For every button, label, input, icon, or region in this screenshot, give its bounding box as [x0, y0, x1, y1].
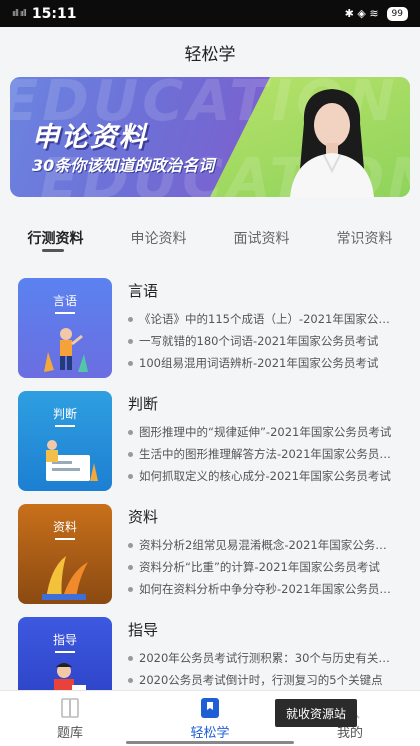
tab-shenlun[interactable]: 申论资料 [131, 228, 187, 248]
article-link[interactable]: 100组易混用词语辨析-2021年国家公务员考试 [128, 352, 398, 374]
category-thumbnail[interactable]: 言语 [18, 278, 112, 378]
nav-tiku[interactable]: 题库 [0, 691, 140, 746]
status-icons: ✱ ◈ ≋ [344, 7, 379, 20]
status-time: 15:11 [31, 5, 77, 22]
category-title: 指导 [128, 621, 159, 639]
thumbnail-label: 言语 [18, 292, 112, 314]
article-link[interactable]: 2020年公务员考试行测积累：30个与历史有关的常识 [128, 647, 398, 669]
presenter-photo [290, 89, 374, 197]
promo-banner[interactable]: EDUCATION EDUCATION 申论资料 30条你该知道的政治名词 [10, 77, 410, 197]
page-title: 轻松学 [0, 27, 420, 77]
article-link[interactable]: 资料分析“比重”的计算-2021年国家公务员考试 [128, 556, 398, 578]
battery-icon: 99 [386, 6, 408, 21]
category-title: 言语 [128, 282, 159, 300]
thumbnail-label: 判断 [18, 405, 112, 427]
article-link[interactable]: 资料分析2组常见易混淆概念-2021年国家公务员考试 [128, 534, 398, 556]
thumbnail-label: 资料 [18, 518, 112, 540]
article-link[interactable]: 图形推理中的“规律延伸”-2021年国家公务员考试 [128, 421, 398, 443]
article-link[interactable]: 《论语》中的115个成语（上）-2021年国家公务员考试 [128, 308, 398, 330]
category-card[interactable]: 判断 判断 图形推理中的“规律延伸”-2021年国家公务员考试 生活中的图形推理… [0, 381, 420, 491]
home-indicator[interactable] [126, 741, 294, 744]
nav-label: 题库 [56, 726, 83, 741]
category-card[interactable]: 言语 言语 《论语》中的115个成语（上）-2021年国家公务员考试 一写就错的… [0, 268, 420, 378]
article-link[interactable]: 一写就错的180个词语-2021年国家公务员考试 [128, 330, 398, 352]
article-link[interactable]: 生活中的图形推理解答方法-2021年国家公务员考试 [128, 443, 398, 465]
category-tabs: 行测资料 申论资料 面试资料 常识资料 [0, 218, 420, 258]
illustration-icon [44, 328, 88, 372]
signal-icon: ııll ııll [12, 8, 27, 19]
bottom-navigation: 题库 轻松学 我的 [0, 690, 420, 746]
illustration-icon [42, 556, 88, 600]
category-card[interactable]: 资料 资料 资料分析2组常见易混淆概念-2021年国家公务员考试 资料分析“比重… [0, 494, 420, 604]
category-title: 资料 [128, 508, 159, 526]
article-link[interactable]: 如何抓取定义的核心成分-2021年国家公务员考试 [128, 465, 398, 487]
banner-subline: 30条你该知道的政治名词 [32, 156, 215, 175]
tab-mianshi[interactable]: 面试资料 [234, 228, 290, 248]
tab-xingce[interactable]: 行测资料 [28, 228, 84, 248]
status-bar: ııll ııll 15:11 ✱ ◈ ≋ 99 [0, 0, 420, 27]
tab-changshi[interactable]: 常识资料 [337, 228, 393, 248]
article-link[interactable]: 2020公务员考试倒计时，行测复习的5个关键点 [128, 669, 398, 691]
category-title: 判断 [128, 395, 159, 413]
banner-headline: 申论资料 [32, 122, 148, 153]
bookmark-icon [201, 698, 219, 718]
category-thumbnail[interactable]: 资料 [18, 504, 112, 604]
nav-label: 轻松学 [190, 726, 230, 741]
watermark-toast: 就收资源站 [275, 699, 357, 727]
active-tab-indicator [42, 249, 64, 252]
illustration-icon [46, 440, 98, 481]
article-link[interactable]: 如何在资料分析中争分夺秒-2021年国家公务员考试 [128, 578, 398, 600]
nav-qingsongxue[interactable]: 轻松学 [140, 691, 280, 746]
book-stack-icon [61, 698, 79, 718]
thumbnail-label: 指导 [18, 631, 112, 653]
category-thumbnail[interactable]: 判断 [18, 391, 112, 491]
